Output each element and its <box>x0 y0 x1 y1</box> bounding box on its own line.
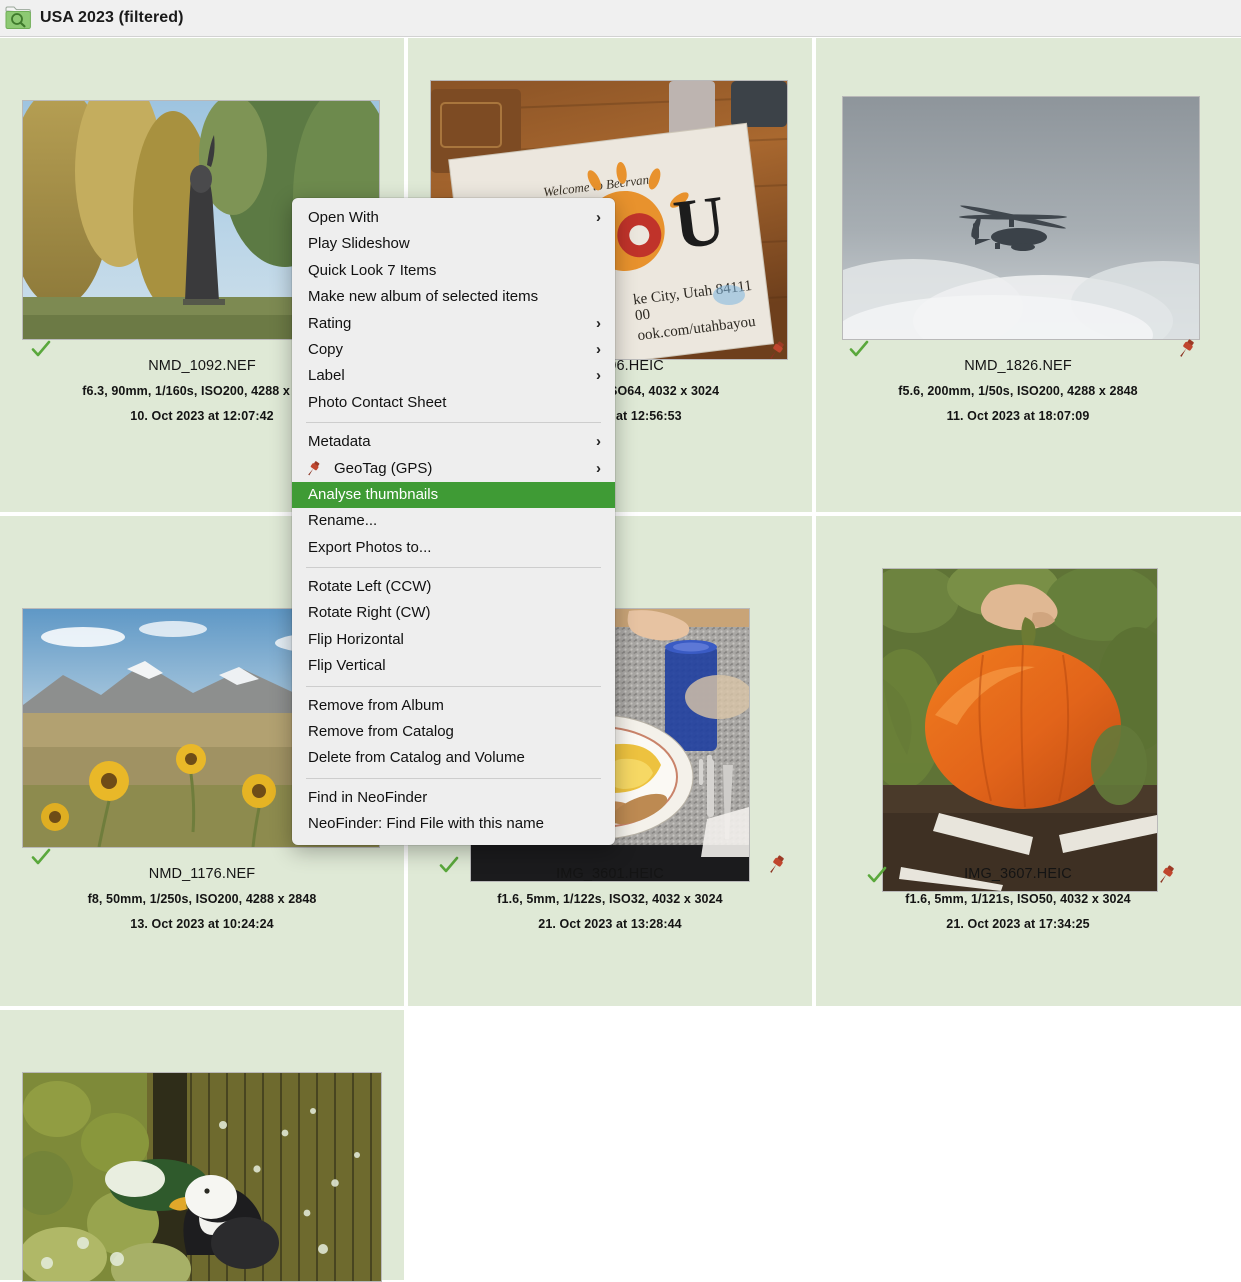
chevron-right-icon: › <box>596 433 601 451</box>
menu-item-copy[interactable]: Copy › <box>292 337 615 363</box>
photo-date: 13. Oct 2023 at 10:24:24 <box>130 917 274 931</box>
menu-item-label: Delete from Catalog and Volume <box>308 749 525 767</box>
menu-item-photo-contact-sheet[interactable]: Photo Contact Sheet <box>292 390 615 416</box>
menu-item-label: Find in NeoFinder <box>308 788 428 806</box>
grid-cell[interactable] <box>0 1010 404 1282</box>
chevron-right-icon: › <box>596 314 601 332</box>
context-menu[interactable]: Open With › Play Slideshow Quick Look 7 … <box>292 198 615 845</box>
photo-thumbnail[interactable] <box>22 1072 382 1282</box>
menu-item-label: Photo Contact Sheet <box>308 393 447 411</box>
menu-item-label: Play Slideshow <box>308 235 410 253</box>
menu-item-label: Label <box>308 367 345 385</box>
photo-exif: f1.6, 5mm, 1/122s, ISO32, 4032 x 3024 <box>497 892 723 906</box>
menu-item-label: Rotate Right (CW) <box>308 604 431 622</box>
menu-item-rotate-right[interactable]: Rotate Right (CW) <box>292 600 615 626</box>
page-title: USA 2023 (filtered) <box>40 8 184 26</box>
menu-item-open-with[interactable]: Open With › <box>292 205 615 231</box>
menu-separator <box>306 685 601 687</box>
photo-filename: IMG_3607.HEIC <box>964 866 1072 882</box>
menu-item-label[interactable]: Label › <box>292 363 615 389</box>
menu-item-export-photos[interactable]: Export Photos to... <box>292 535 615 561</box>
thumbnail-container[interactable] <box>816 516 1241 892</box>
menu-item-neofinder-find-file-with-this-name[interactable]: NeoFinder: Find File with this name <box>292 811 615 837</box>
menu-item-play-slideshow[interactable]: Play Slideshow <box>292 231 615 257</box>
photo-filename: IMG_3601.HEIC <box>556 866 664 882</box>
thumbnail-container[interactable] <box>0 1010 404 1282</box>
photo-exif: f1.6, 5mm, 1/121s, ISO50, 4032 x 3024 <box>905 892 1131 906</box>
menu-item-find-in-neofinder[interactable]: Find in NeoFinder <box>292 785 615 811</box>
photo-filename: NMD_1826.NEF <box>964 358 1072 374</box>
menu-item-remove-from-catalog[interactable]: Remove from Catalog <box>292 719 615 745</box>
menu-item-rename[interactable]: Rename... <box>292 508 615 534</box>
thumbnail-container[interactable] <box>816 38 1241 357</box>
chevron-right-icon: › <box>596 459 601 477</box>
menu-item-label: Make new album of selected items <box>308 288 539 306</box>
photo-exif: f8, 50mm, 1/250s, ISO200, 4288 x 2848 <box>87 892 317 906</box>
menu-item-label: GeoTag (GPS) <box>334 459 433 477</box>
menu-item-make-new-album[interactable]: Make new album of selected items <box>292 284 615 310</box>
menu-item-rotate-left[interactable]: Rotate Left (CCW) <box>292 574 615 600</box>
menu-item-label: Copy <box>308 340 344 358</box>
menu-item-label: Rename... <box>308 512 378 530</box>
menu-item-label: Analyse thumbnails <box>308 485 439 503</box>
chevron-right-icon: › <box>596 340 601 358</box>
menu-separator <box>306 422 601 424</box>
menu-item-label: Rating <box>308 314 352 332</box>
smart-folder-search-icon <box>4 5 34 31</box>
menu-item-quick-look[interactable]: Quick Look 7 Items <box>292 258 615 284</box>
menu-item-flip-horizontal[interactable]: Flip Horizontal <box>292 627 615 653</box>
photo-thumbnail[interactable] <box>882 568 1158 892</box>
menu-item-label: Open With <box>308 209 379 226</box>
titlebar: USA 2023 (filtered) <box>0 0 1241 37</box>
menu-item-label: Remove from Album <box>308 696 444 714</box>
menu-item-label: Quick Look 7 Items <box>308 261 437 279</box>
photo-date: 21. Oct 2023 at 17:34:25 <box>946 917 1090 931</box>
photo-date: 21. Oct 2023 at 13:28:44 <box>538 917 682 931</box>
grid-cell[interactable]: NMD_1826.NEF f5.6, 200mm, 1/50s, ISO200,… <box>816 38 1241 512</box>
svg-text:U: U <box>670 182 730 265</box>
menu-item-label: Rotate Left (CCW) <box>308 578 432 596</box>
menu-item-remove-from-album[interactable]: Remove from Album <box>292 693 615 719</box>
menu-item-label: Export Photos to... <box>308 538 432 556</box>
menu-item-analyse-thumbnails[interactable]: Analyse thumbnails <box>292 481 615 509</box>
photo-date: 11. Oct 2023 at 18:07:09 <box>946 409 1090 423</box>
menu-item-rating[interactable]: Rating › <box>292 311 615 337</box>
photo-grid: NMD_1092.NEF f6.3, 90mm, 1/160s, ISO200,… <box>0 38 1241 1282</box>
menu-item-delete-from-catalog-and-volume[interactable]: Delete from Catalog and Volume <box>292 745 615 771</box>
menu-item-label: Flip Vertical <box>308 657 386 675</box>
photo-filename: NMD_1176.NEF <box>148 866 256 882</box>
menu-item-label: Flip Horizontal <box>308 630 404 648</box>
menu-item-label: Remove from Catalog <box>308 723 454 741</box>
menu-separator <box>306 777 601 779</box>
menu-item-metadata[interactable]: Metadata › <box>292 429 615 455</box>
photo-exif: f5.6, 200mm, 1/50s, ISO200, 4288 x 2848 <box>898 384 1138 398</box>
app-window: USA 2023 (filtered) NMD_1092.NEF f6.3, 9… <box>0 0 1241 1282</box>
photo-thumbnail[interactable] <box>842 96 1200 340</box>
svg-text:00: 00 <box>634 307 651 325</box>
menu-separator <box>306 567 601 569</box>
chevron-right-icon: › <box>596 209 601 226</box>
menu-item-label: Metadata <box>308 433 371 451</box>
menu-item-label: NeoFinder: Find File with this name <box>308 815 544 833</box>
grid-cell[interactable]: IMG_3607.HEIC f1.6, 5mm, 1/121s, ISO50, … <box>816 516 1241 1006</box>
menu-item-flip-vertical[interactable]: Flip Vertical <box>292 653 615 679</box>
pin-icon <box>304 460 322 478</box>
chevron-right-icon: › <box>596 367 601 385</box>
menu-item-geotag-gps[interactable]: GeoTag (GPS) › <box>292 456 615 482</box>
